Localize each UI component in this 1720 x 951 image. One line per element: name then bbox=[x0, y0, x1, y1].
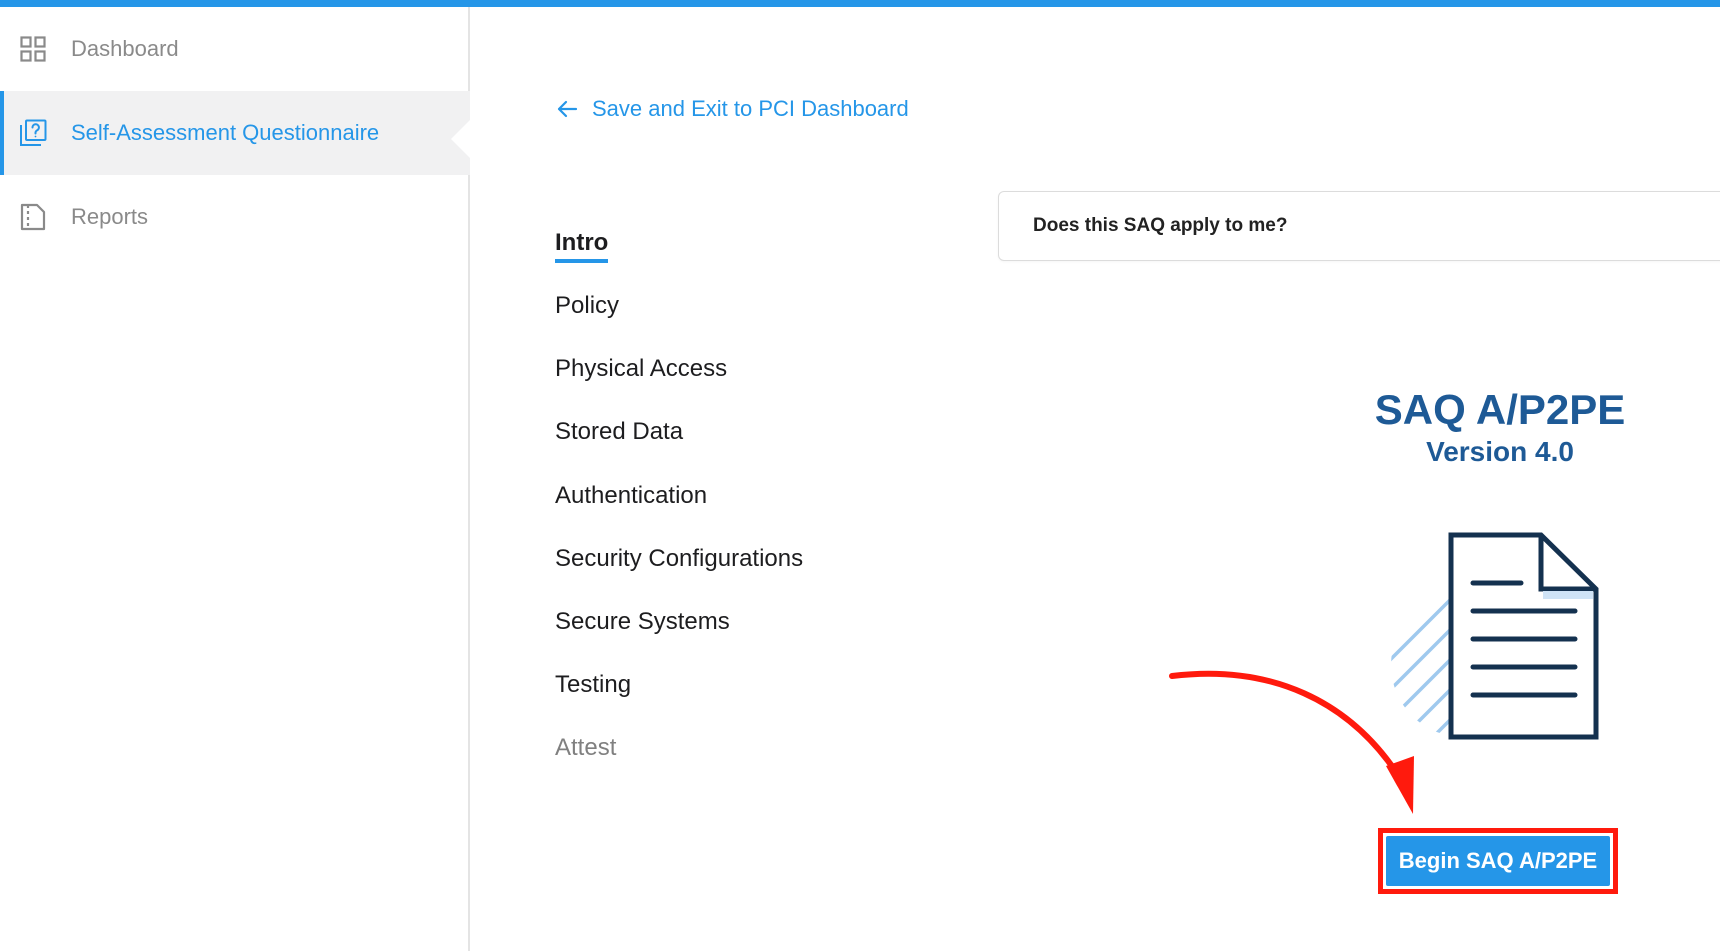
questionnaire-icon bbox=[19, 119, 47, 147]
step-intro[interactable]: Intro bbox=[555, 229, 609, 263]
sidebar-item-label: Reports bbox=[71, 204, 149, 229]
step-physical-access[interactable]: Physical Access bbox=[555, 355, 727, 383]
begin-saq-button[interactable]: Begin SAQ A/P2PE bbox=[1386, 836, 1610, 886]
step-attest: Attest bbox=[555, 734, 617, 761]
annotation-arrow-icon bbox=[1169, 670, 1414, 814]
save-and-exit-link[interactable]: Save and Exit to PCI Dashboard bbox=[556, 94, 909, 124]
step-policy[interactable]: Policy bbox=[555, 292, 619, 320]
step-stored-data[interactable]: Stored Data bbox=[555, 418, 683, 446]
step-testing[interactable]: Testing bbox=[555, 671, 631, 699]
sidebar-item-reports[interactable]: Reports bbox=[0, 175, 470, 259]
faq-card[interactable]: Does this SAQ apply to me? bbox=[998, 191, 1720, 261]
sidebar-item-label: Dashboard bbox=[71, 36, 179, 61]
sidebar-item-self-assessment-questionnaire[interactable]: Self-Assessment Questionnaire bbox=[0, 91, 470, 175]
saq-version: Version 4.0 bbox=[1426, 436, 1574, 467]
grid-icon bbox=[19, 35, 47, 63]
faq-question: Does this SAQ apply to me? bbox=[1033, 215, 1288, 236]
saq-title: SAQ A/P2PE bbox=[1374, 386, 1626, 433]
sidebar-item-label: Self-Assessment Questionnaire bbox=[71, 120, 380, 145]
top-accent-bar bbox=[0, 0, 1720, 7]
sidebar: Dashboard Self-Assessment Questionnaire … bbox=[0, 7, 470, 951]
arrow-left-icon bbox=[556, 98, 578, 120]
step-secure-systems[interactable]: Secure Systems bbox=[555, 608, 730, 636]
active-item-notch bbox=[451, 118, 472, 160]
save-and-exit-label: Save and Exit to PCI Dashboard bbox=[592, 96, 909, 121]
step-security-configurations[interactable]: Security Configurations bbox=[555, 545, 803, 573]
report-icon bbox=[19, 203, 47, 231]
step-authentication[interactable]: Authentication bbox=[555, 482, 707, 510]
sidebar-item-dashboard[interactable]: Dashboard bbox=[0, 7, 470, 91]
